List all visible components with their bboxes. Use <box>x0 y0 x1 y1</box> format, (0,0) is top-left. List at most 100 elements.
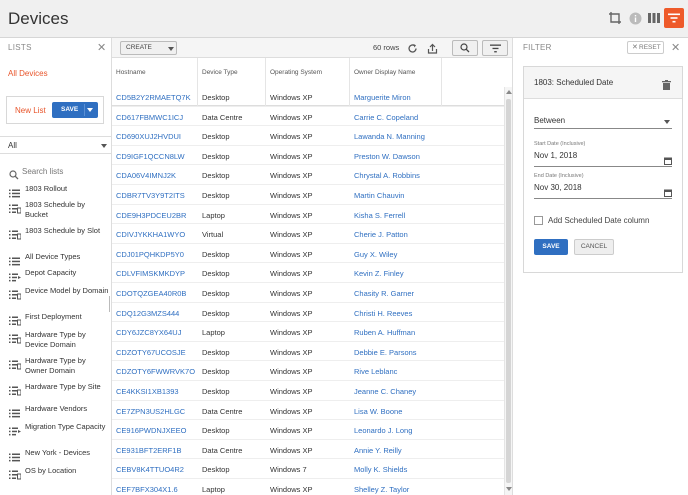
info-icon[interactable] <box>627 10 643 26</box>
scroll-thumb[interactable] <box>506 99 511 483</box>
owner-link[interactable]: Kisha S. Ferrell <box>354 211 440 220</box>
owner-link[interactable]: Cherie J. Patton <box>354 230 440 239</box>
device-type-cell: Desktop <box>202 347 230 357</box>
hostname-link[interactable]: CD617FBMWC1ICJ <box>116 113 196 122</box>
app: Devices LISTS ✕ All Devices New List SAV… <box>0 0 688 495</box>
save-list-button[interactable]: SAVE <box>52 102 98 118</box>
all-devices-link[interactable]: All Devices <box>8 69 48 78</box>
table-row[interactable]: CDE9H3PDCEU2BR Laptop Windows XP Kisha S. F… <box>112 205 504 225</box>
hostname-link[interactable]: CDQ12G3MZS444 <box>116 309 196 318</box>
add-column-checkbox-row[interactable]: Add Scheduled Date column <box>534 215 674 227</box>
hostname-link[interactable]: CE916PWDNJXEEO <box>116 426 196 435</box>
grouped-list-icon <box>9 227 22 245</box>
table-row[interactable]: CE931BFT2ERF1B Data Centre Windows XP Annie… <box>112 440 504 460</box>
owner-link[interactable]: Debbie E. Parsons <box>354 348 440 357</box>
calendar-icon[interactable] <box>664 184 672 202</box>
table-row[interactable]: CD690XUJ2HVDUI Desktop Windows XP Lawanda N… <box>112 126 504 146</box>
owner-link[interactable]: Kevin Z. Finley <box>354 269 440 278</box>
new-list-input[interactable]: New List <box>15 106 46 115</box>
chevron-down-icon[interactable] <box>87 108 93 112</box>
trash-icon[interactable] <box>662 77 671 95</box>
hostname-link[interactable]: CDE9H3PDCEU2BR <box>116 211 196 220</box>
owner-link[interactable]: Marguerite Miron <box>354 93 440 102</box>
search-table-button[interactable] <box>452 40 478 56</box>
crop-icon[interactable] <box>607 10 623 26</box>
hostname-link[interactable]: CDZOTY67UCOSJE <box>116 348 196 357</box>
calendar-icon[interactable] <box>664 152 672 170</box>
hostname-link[interactable]: CEF7BFX304X1.6 <box>116 485 196 494</box>
export-icon[interactable] <box>426 42 438 54</box>
reset-button[interactable]: ✕ RESET <box>627 41 664 54</box>
hostname-link[interactable]: CDJ01PQHKDP5Y0 <box>116 250 196 259</box>
table-row[interactable]: CDZOTY6FWWRVK7O Desktop Windows XP Rive Leb… <box>112 361 504 381</box>
table-row[interactable]: CDZOTY67UCOSJE Desktop Windows XP Debbie E.… <box>112 342 504 362</box>
owner-link[interactable]: Leonardo J. Long <box>354 426 440 435</box>
table-row[interactable]: CDOTQZGEA40R0B Desktop Windows XP Chasity R… <box>112 283 504 303</box>
table-scrollbar[interactable] <box>504 87 512 495</box>
hostname-link[interactable]: CE4KKSI1XB1393 <box>116 387 196 396</box>
columns-icon[interactable] <box>646 10 662 26</box>
hostname-link[interactable]: CDLVFIMSKMKDYP <box>116 269 196 278</box>
device-type-cell: Desktop <box>202 249 230 259</box>
owner-link[interactable]: Preston W. Dawson <box>354 152 440 161</box>
filter-table-button[interactable] <box>482 40 508 56</box>
owner-link[interactable]: Chasity R. Garner <box>354 289 440 298</box>
owner-link[interactable]: Molly K. Shields <box>354 465 440 474</box>
refresh-icon[interactable] <box>406 42 418 54</box>
saved-list-label: New York - Devices <box>25 448 91 457</box>
end-date-field[interactable]: End Date (Inclusive) Nov 30, 2018 <box>534 173 672 199</box>
table-row[interactable]: CDBR7TV3Y9T2ITS Desktop Windows XP Martin C… <box>112 185 504 205</box>
owner-link[interactable]: Shelley Z. Taylor <box>354 485 440 494</box>
table-row[interactable]: CDY6JZC8YX64UJ Laptop Windows XP Ruben A. H… <box>112 322 504 342</box>
table-row[interactable]: CE7ZPN3US2HLGC Data Centre Windows XP Lisa … <box>112 401 504 421</box>
device-type-cell: Desktop <box>202 151 230 161</box>
save-filter-button[interactable]: SAVE <box>534 239 568 255</box>
owner-link[interactable]: Chrystal A. Robbins <box>354 171 440 180</box>
table-row[interactable]: CDLVFIMSKMKDYP Desktop Windows XP Kevin Z. … <box>112 263 504 283</box>
table-row[interactable]: CEBV8K4TTUO4R2 Desktop Windows 7 Molly K. S… <box>112 459 504 479</box>
search-lists-input[interactable]: Search lists <box>6 165 106 180</box>
hostname-link[interactable]: CE931BFT2ERF1B <box>116 446 196 455</box>
hostname-link[interactable]: CD9IGF1QCCN8LW <box>116 152 196 161</box>
hostname-link[interactable]: CDZOTY6FWWRVK7O <box>116 367 196 376</box>
hostname-link[interactable]: CE7ZPN3US2HLGC <box>116 407 196 416</box>
owner-link[interactable]: Rive Leblanc <box>354 367 440 376</box>
hostname-link[interactable]: CDIVJYKKHA1WYO <box>116 230 196 239</box>
hostname-link[interactable]: CEBV8K4TTUO4R2 <box>116 465 196 474</box>
table-row[interactable]: CDIVJYKKHA1WYO Virtual Windows XP Cherie J.… <box>112 224 504 244</box>
hostname-link[interactable]: CDY6JZC8YX64UJ <box>116 328 196 337</box>
hostname-link[interactable]: CDA06V4IMNJ2K <box>116 171 196 180</box>
hostname-link[interactable]: CD690XUJ2HVDUI <box>116 132 196 141</box>
table-row[interactable]: CEF7BFX304X1.6 Laptop Windows XP Shelley Z.… <box>112 479 504 495</box>
owner-link[interactable]: Jeanne C. Chaney <box>354 387 440 396</box>
hostname-link[interactable]: CD5B2Y2RMAETQ7K <box>116 93 196 102</box>
close-lists-icon[interactable]: ✕ <box>97 41 106 54</box>
table-row[interactable]: CD5B2Y2RMAETQ7K Desktop Windows XP Margueri… <box>112 87 504 107</box>
table-row[interactable]: CD9IGF1QCCN8LW Desktop Windows XP Preston W… <box>112 146 504 166</box>
table-row[interactable]: CD617FBMWC1ICJ Data Centre Windows XP Carri… <box>112 107 504 127</box>
create-button[interactable]: CREATE <box>120 41 177 55</box>
hostname-link[interactable]: CDOTQZGEA40R0B <box>116 289 196 298</box>
filter-toggle-button[interactable] <box>664 8 684 28</box>
owner-link[interactable]: Christi H. Reeves <box>354 309 440 318</box>
owner-link[interactable]: Lawanda N. Manning <box>354 132 440 141</box>
owner-link[interactable]: Lisa W. Boone <box>354 407 440 416</box>
table-row[interactable]: CE916PWDNJXEEO Desktop Windows XP Leonardo … <box>112 420 504 440</box>
owner-link[interactable]: Martin Chauvin <box>354 191 440 200</box>
add-column-checkbox[interactable] <box>534 216 543 225</box>
hostname-link[interactable]: CDBR7TV3Y9T2ITS <box>116 191 196 200</box>
close-filter-icon[interactable]: ✕ <box>671 41 680 54</box>
owner-link[interactable]: Annie Y. Reilly <box>354 446 440 455</box>
operator-select[interactable]: Between <box>534 113 672 129</box>
cancel-button[interactable]: CANCEL <box>574 239 614 255</box>
owner-link[interactable]: Guy X. Wiley <box>354 250 440 259</box>
saved-list-label: Hardware Type by Site <box>25 382 101 391</box>
owner-link[interactable]: Ruben A. Huffman <box>354 328 440 337</box>
table-row[interactable]: CE4KKSI1XB1393 Desktop Windows XP Jeanne C.… <box>112 381 504 401</box>
table-row[interactable]: CDJ01PQHKDP5Y0 Desktop Windows XP Guy X. Wi… <box>112 244 504 264</box>
table-row[interactable]: CDA06V4IMNJ2K Desktop Windows XP Chrystal A… <box>112 165 504 185</box>
start-date-field[interactable]: Start Date (Inclusive) Nov 1, 2018 <box>534 141 672 167</box>
table-row[interactable]: CDQ12G3MZS444 Desktop Windows XP Christi H.… <box>112 303 504 323</box>
list-filter-select[interactable]: All <box>0 136 111 154</box>
owner-link[interactable]: Carrie C. Copeland <box>354 113 440 122</box>
